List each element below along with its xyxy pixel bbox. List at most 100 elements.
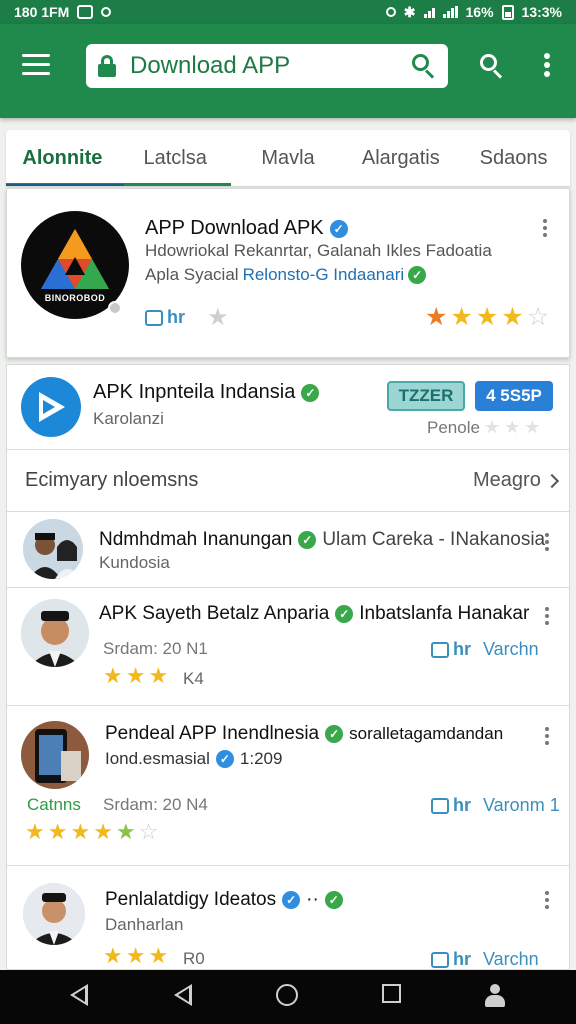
- rating-stars: ★ ★ ★ ★ ★ ☆: [25, 821, 158, 843]
- share-label: Varonm 1: [483, 795, 560, 815]
- back-icon[interactable]: [70, 984, 88, 1006]
- avatar: [21, 599, 89, 667]
- featured-title: APP Download APK ✓: [145, 217, 348, 240]
- like-button[interactable]: hr: [431, 795, 471, 816]
- star-icon: ★: [148, 663, 169, 688]
- tab-mavla[interactable]: Mavla: [232, 130, 345, 186]
- star-icon: ★: [47, 819, 68, 844]
- alarm-icon: [385, 7, 396, 17]
- row-title-text: Penlalatdigy Ideatos: [105, 889, 277, 910]
- row-extra: soralletagamdandan: [349, 724, 504, 743]
- verified-icon: ✓: [325, 725, 344, 743]
- row-subtitle-text: Iond.esmasial: [105, 749, 210, 768]
- thumbs-up-icon: [431, 641, 449, 658]
- more-options-icon[interactable]: [545, 891, 551, 911]
- more-options-icon[interactable]: [543, 219, 549, 239]
- divider: [7, 511, 569, 512]
- like-label: hr: [453, 639, 471, 659]
- like-button[interactable]: hr: [145, 307, 185, 328]
- share-button[interactable]: Varchn: [483, 639, 539, 660]
- install-button[interactable]: TZZER: [387, 381, 465, 411]
- section-title: Ecimyary nloemsns: [25, 469, 199, 491]
- menu-icon[interactable]: [22, 54, 50, 76]
- ellipsis-icon: ··: [306, 889, 319, 910]
- row-extra: Ulam Careka - INakanosia: [322, 529, 546, 550]
- status-bar: 180 1FM ✱ 16% 13:3%: [0, 0, 576, 24]
- featured-app-card[interactable]: BINOROBOD APP Download APK ✓ Hdowriokal …: [6, 188, 570, 358]
- row-subtitle: Danharlan: [105, 915, 184, 934]
- bluetooth-icon: ✱: [403, 3, 416, 20]
- verified-icon: ✓: [298, 531, 317, 549]
- tab-indicator-accent: [6, 184, 124, 186]
- star-icon[interactable]: ★: [207, 303, 229, 332]
- verified-icon: ✓: [329, 219, 348, 238]
- section-more-link[interactable]: Meagro: [473, 469, 559, 492]
- share-label: Varchn: [483, 639, 539, 659]
- pending-label: Penole: [427, 417, 480, 437]
- star-icon: ★: [475, 303, 499, 331]
- recents-icon[interactable]: [382, 984, 401, 1003]
- more-options-icon[interactable]: [545, 533, 551, 553]
- like-label: hr: [453, 795, 471, 815]
- status-clock: 13:3%: [521, 4, 562, 20]
- star-icon: ★: [70, 819, 91, 844]
- search-icon[interactable]: [480, 54, 504, 79]
- star-empty-icon: ★: [504, 417, 521, 437]
- promo-title: APK Inpnteila Indansia ✓: [93, 381, 320, 404]
- tab-alargatis[interactable]: Alargatis: [344, 130, 457, 186]
- verified-icon: ✓: [282, 891, 301, 909]
- row-title: Penlalatdigy Ideatos ✓ ·· ✓: [105, 889, 343, 911]
- chevron-right-icon: [544, 473, 559, 488]
- pending-rating: Penole ★ ★ ★: [427, 417, 540, 438]
- star-icon: ★: [125, 943, 146, 968]
- location-icon: [101, 7, 112, 17]
- star-icon: ★: [25, 819, 45, 844]
- star-empty-icon: ★: [483, 417, 501, 437]
- tab-alonnite[interactable]: Alonnite: [6, 130, 119, 186]
- search-icon[interactable]: [412, 54, 436, 79]
- tab-sdaons[interactable]: Sdaons: [457, 130, 570, 186]
- share-button[interactable]: Varchn: [483, 949, 539, 970]
- avatar: [21, 721, 89, 789]
- row-title-text: Ndmhdmah Inanungan: [99, 529, 293, 550]
- row-category: Catnns: [27, 795, 81, 814]
- star-icon: ★: [148, 943, 169, 968]
- status-time: 180 1FM: [14, 4, 70, 20]
- more-options-icon[interactable]: [545, 727, 551, 747]
- tab-latclsa[interactable]: Latclsa: [119, 130, 232, 186]
- row-title: Pendeal APP Inendlnesia ✓ soralletagamda…: [105, 723, 503, 745]
- row-count: R0: [183, 949, 205, 968]
- more-icon[interactable]: [544, 53, 552, 79]
- row-subtitle: Kundosia: [99, 553, 170, 572]
- thumbs-up-icon: [431, 797, 449, 814]
- more-label: Meagro: [473, 469, 541, 491]
- verified-icon: ✓: [335, 605, 354, 623]
- like-button[interactable]: hr: [431, 639, 471, 660]
- divider: [7, 865, 569, 866]
- app-list-card: APK Inpnteila Indansia ✓ Karolanzi TZZER…: [6, 364, 570, 970]
- share-button[interactable]: Varonm 1: [483, 795, 560, 816]
- star-empty-icon: ☆: [138, 819, 159, 844]
- more-options-icon[interactable]: [545, 607, 551, 627]
- signal-icon: [442, 6, 458, 18]
- rating-stars: ★ ★ ★: [103, 945, 168, 967]
- verified-icon: ✓: [215, 750, 234, 768]
- star-icon: ★: [115, 819, 136, 844]
- notification-icon: [77, 5, 94, 19]
- back-alt-icon[interactable]: [174, 984, 192, 1006]
- search-box[interactable]: Download APP: [86, 44, 448, 88]
- promo-title-text: APK Inpnteila Indansia: [93, 381, 296, 403]
- account-icon[interactable]: [484, 984, 506, 1008]
- rating-stars: ★ ★ ★ ★ ☆: [425, 305, 549, 330]
- row-number: 1:209: [239, 749, 283, 768]
- price-button[interactable]: 4 5S5P: [475, 381, 553, 411]
- avatar: [23, 883, 85, 945]
- row-meta: Srdam: 20 N1: [103, 639, 208, 658]
- search-input[interactable]: Download APP: [130, 52, 412, 80]
- desc-link[interactable]: Relonsto-G Indaanari: [243, 265, 405, 285]
- star-icon: ★: [450, 303, 473, 331]
- home-icon[interactable]: [276, 984, 298, 1006]
- tab-bar: Alonnite Latclsa Mavla Alargatis Sdaons: [6, 130, 570, 186]
- like-button[interactable]: hr: [431, 949, 471, 970]
- star-icon: ★: [425, 303, 448, 331]
